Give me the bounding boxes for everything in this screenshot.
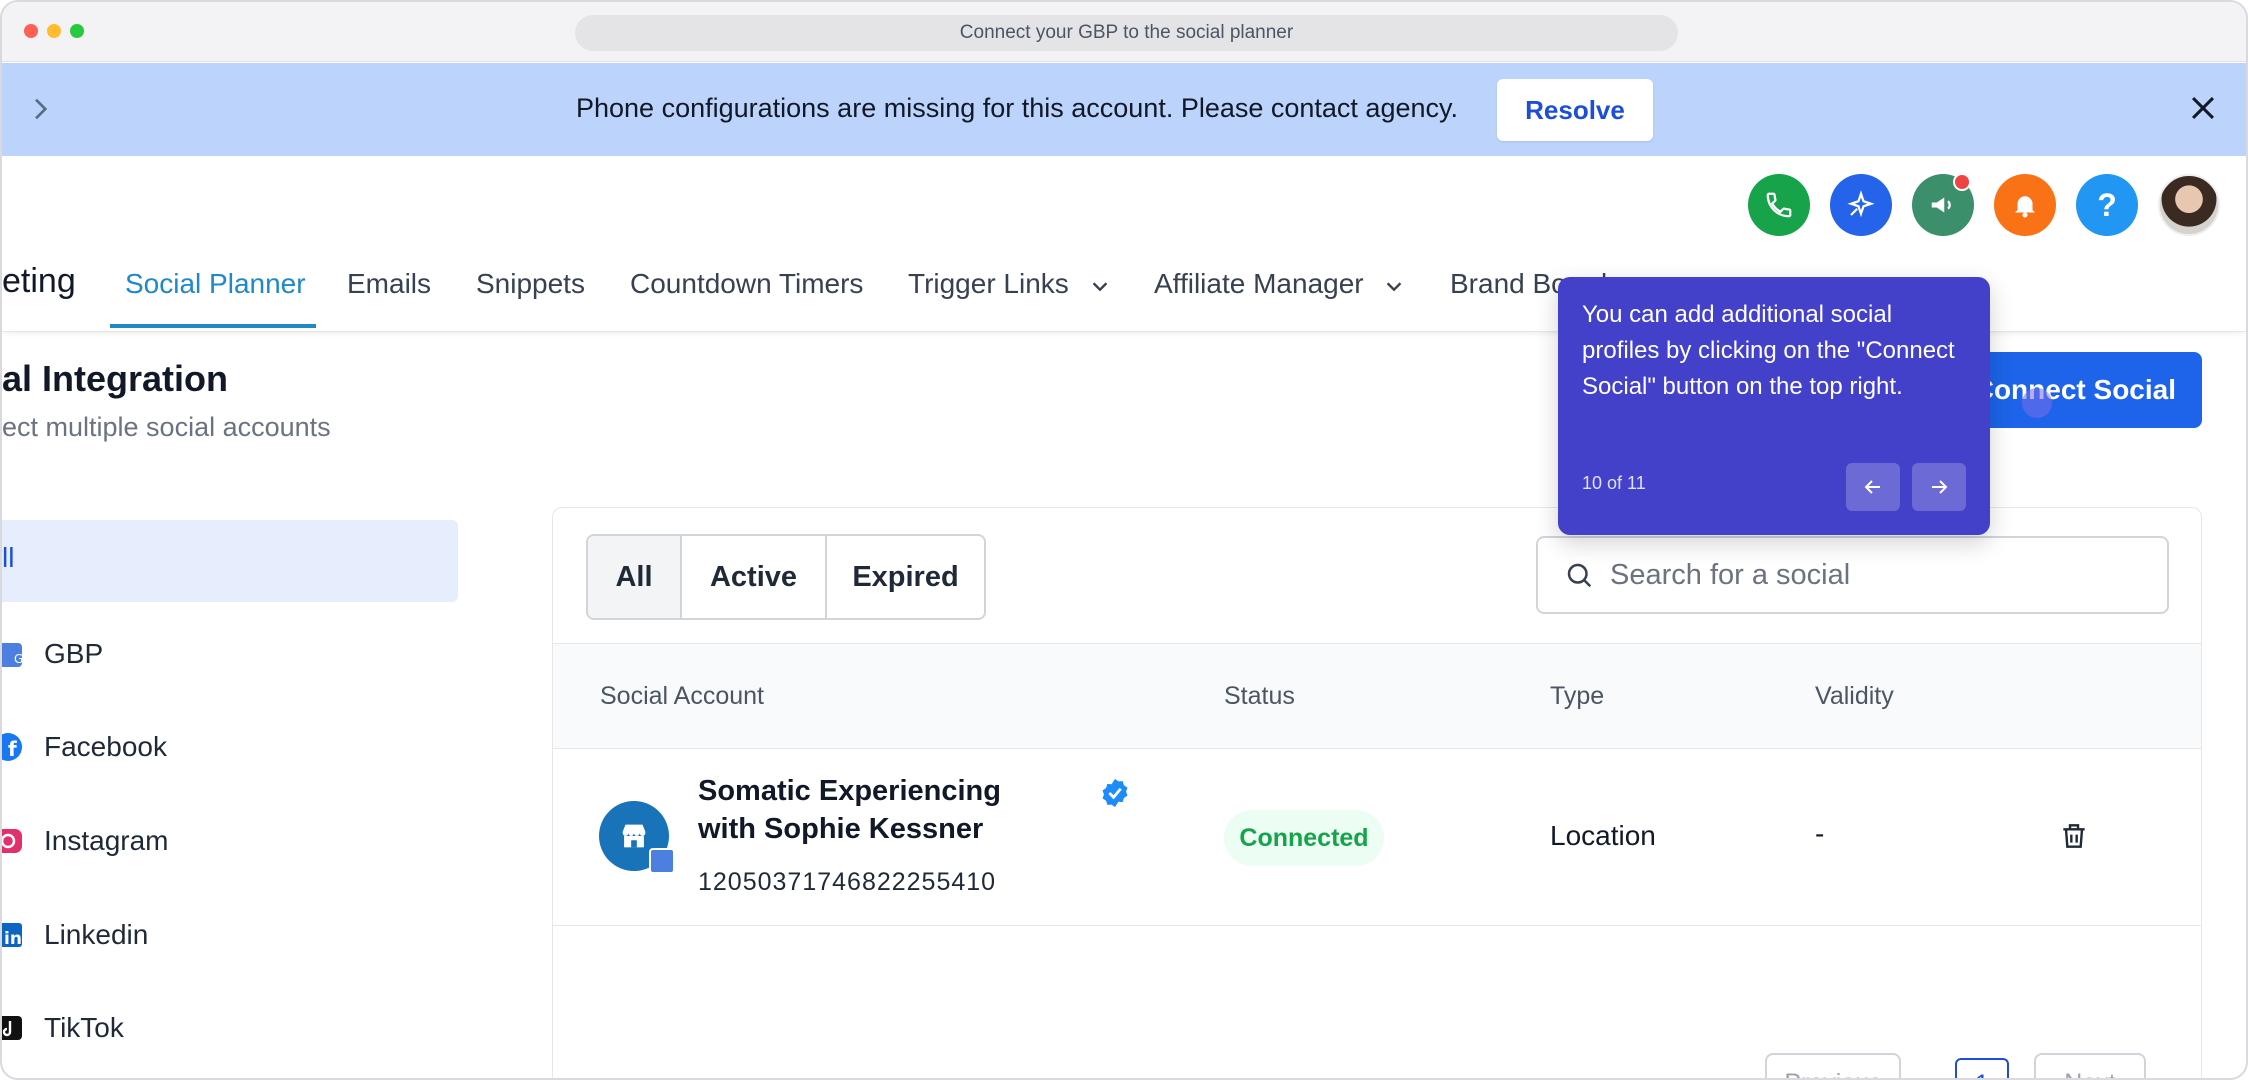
svg-text:in: in xyxy=(4,929,22,949)
sidebar-item-instagram[interactable]: Instagram xyxy=(2,811,402,871)
tour-tooltip: You can add additional social profiles b… xyxy=(1558,277,1990,535)
store-icon xyxy=(622,824,646,848)
gbp-icon: G xyxy=(2,639,26,669)
tour-highlight-beacon xyxy=(2022,388,2052,418)
resolve-button[interactable]: Resolve xyxy=(1497,79,1653,141)
sidebar-item-gbp[interactable]: G GBP xyxy=(2,624,402,684)
chevron-right-icon[interactable] xyxy=(24,93,56,125)
page-subtitle: ect multiple social accounts xyxy=(2,412,331,442)
warning-banner: Phone configurations are missing for thi… xyxy=(2,63,2246,156)
trash-icon[interactable] xyxy=(2058,820,2090,857)
banner-message: Phone configurations are missing for thi… xyxy=(576,93,1458,123)
sidebar-item-label: TikTok xyxy=(44,1012,124,1043)
next-page-button[interactable]: Next xyxy=(2034,1053,2146,1078)
tab-affiliate-manager[interactable]: Affiliate Manager xyxy=(1154,268,1405,300)
tab-countdown-timers[interactable]: Countdown Timers xyxy=(630,268,863,300)
svg-text:f: f xyxy=(8,737,17,761)
tooltip-step-counter: 10 of 11 xyxy=(1582,473,1646,493)
search-input[interactable] xyxy=(1610,558,2150,592)
page-title: al Integration xyxy=(2,358,229,399)
tab-trigger-links-label: Trigger Links xyxy=(908,268,1069,299)
tooltip-text: You can add additional social profiles b… xyxy=(1582,301,1955,400)
facebook-icon: f xyxy=(2,732,26,762)
bell-icon[interactable] xyxy=(1994,174,2056,236)
sidebar-item-label: Facebook xyxy=(44,731,167,762)
previous-page-button[interactable]: Previous xyxy=(1765,1053,1901,1078)
arrow-left-icon xyxy=(1864,480,1880,494)
status-badge: Connected xyxy=(1224,810,1384,866)
account-type: Location xyxy=(1550,820,1656,851)
account-name[interactable]: Somatic Experiencing with Sophie Kessner xyxy=(698,772,1058,848)
svg-text:G: G xyxy=(14,652,23,666)
table-header: Social Account Status Type Validity xyxy=(553,643,2201,749)
search-box xyxy=(1536,536,2169,614)
sidebar-item-facebook[interactable]: f Facebook xyxy=(2,717,402,777)
sidebar-item-label: Instagram xyxy=(44,825,169,856)
close-window-button[interactable] xyxy=(24,24,38,38)
sidebar-item-linkedin[interactable]: in Linkedin xyxy=(2,905,402,965)
user-avatar[interactable] xyxy=(2158,174,2220,236)
instagram-icon xyxy=(2,826,26,856)
column-header-social-account: Social Account xyxy=(600,682,764,710)
close-icon[interactable] xyxy=(2186,91,2220,125)
tab-snippets[interactable]: Snippets xyxy=(476,268,585,300)
gbp-badge-icon xyxy=(649,848,675,874)
search-icon xyxy=(1567,563,1592,588)
sidebar-item-label: GBP xyxy=(44,638,104,669)
minimize-window-button[interactable] xyxy=(47,24,61,38)
active-tab-indicator xyxy=(110,324,316,328)
sidebar-item-all[interactable]: ll xyxy=(2,520,458,602)
table-row: Somatic Experiencing with Sophie Kessner… xyxy=(553,750,2201,926)
maximize-window-button[interactable] xyxy=(70,24,84,38)
account-id: 12050371746822255410 xyxy=(698,868,997,896)
title-bar: Connect your GBP to the social planner xyxy=(2,2,2246,62)
filter-active-button[interactable]: Active xyxy=(682,536,827,618)
column-header-status: Status xyxy=(1224,682,1295,710)
tooltip-previous-button[interactable] xyxy=(1846,463,1900,511)
phone-icon[interactable] xyxy=(1748,174,1810,236)
chevron-down-icon xyxy=(1387,282,1402,291)
sidebar-item-all-label: ll xyxy=(2,542,15,573)
browser-window: Connect your GBP to the social planner P… xyxy=(0,0,2248,1080)
filter-expired-button[interactable]: Expired xyxy=(827,536,984,618)
tab-affiliate-manager-label: Affiliate Manager xyxy=(1154,268,1364,299)
chevron-down-icon xyxy=(1092,282,1107,291)
tooltip-next-button[interactable] xyxy=(1912,463,1966,511)
column-header-type: Type xyxy=(1550,682,1605,710)
ai-sparkle-icon[interactable] xyxy=(1830,174,1892,236)
column-header-validity: Validity xyxy=(1815,682,1894,710)
verified-icon xyxy=(1098,776,1132,815)
tiktok-icon xyxy=(2,1013,26,1043)
notification-dot xyxy=(1953,173,1971,191)
social-accounts-panel: All Active Expired Social Account Status… xyxy=(552,507,2202,1078)
sidebar-item-tiktok[interactable]: TikTok xyxy=(2,998,402,1058)
nav-item-marketing[interactable]: eting xyxy=(2,262,76,301)
help-icon[interactable]: ? xyxy=(2076,174,2138,236)
page-number-button[interactable]: 1 xyxy=(1955,1058,2009,1078)
linkedin-icon: in xyxy=(2,920,26,950)
tab-emails[interactable]: Emails xyxy=(347,268,431,300)
connect-social-button[interactable]: Connect Social xyxy=(1962,352,2202,428)
filter-all-button[interactable]: All xyxy=(588,536,682,618)
tab-social-planner[interactable]: Social Planner xyxy=(125,268,306,300)
address-bar[interactable]: Connect your GBP to the social planner xyxy=(575,15,1678,51)
account-validity: - xyxy=(1815,818,1825,849)
arrow-right-icon xyxy=(1932,480,1948,494)
sidebar-item-label: Linkedin xyxy=(44,919,149,950)
tab-trigger-links[interactable]: Trigger Links xyxy=(908,268,1111,300)
status-filter: All Active Expired xyxy=(586,534,986,620)
